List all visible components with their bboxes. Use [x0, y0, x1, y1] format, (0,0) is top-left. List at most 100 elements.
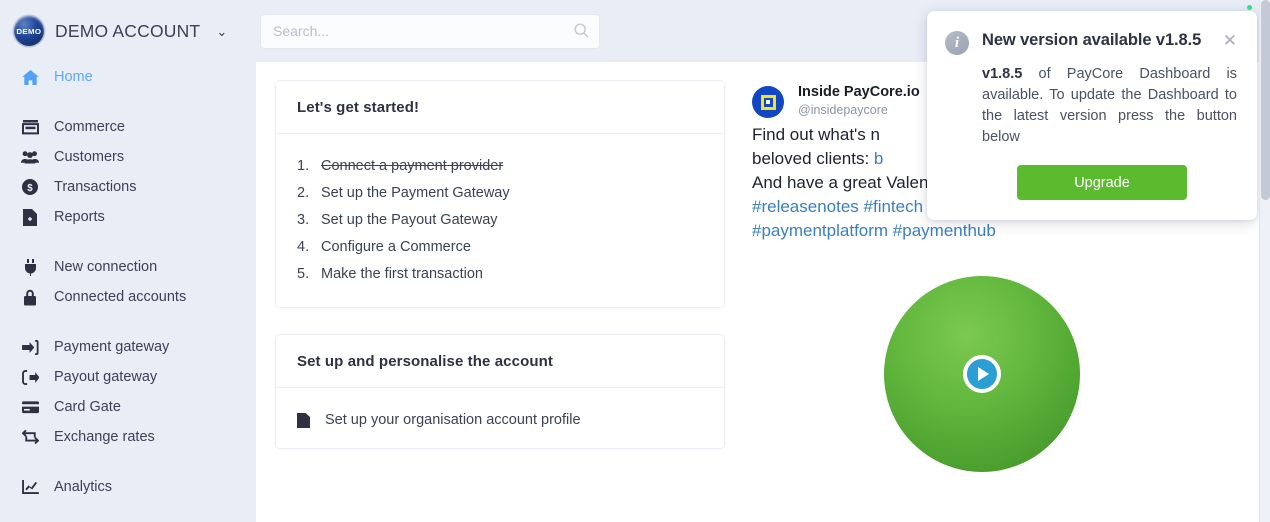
toast-version-number: v1.8.5 — [982, 66, 1023, 82]
svg-text:$: $ — [27, 183, 33, 194]
close-icon[interactable]: ✕ — [1223, 32, 1237, 49]
sidebar-item-customers[interactable]: Customers — [0, 142, 256, 172]
sidebar-item-label: Commerce — [54, 119, 125, 135]
list-item[interactable]: Make the first transaction — [297, 260, 703, 287]
sidebar-item-label: Home — [54, 69, 93, 85]
sidebar-item-analytics[interactable]: Analytics — [0, 472, 256, 502]
chart-line-icon — [20, 478, 40, 496]
card-spacer — [275, 308, 725, 334]
avatar-inner-square — [760, 94, 776, 110]
toast-title: New version available v1.8.5 — [982, 31, 1202, 49]
search-container — [260, 13, 600, 49]
exchange-icon — [20, 428, 40, 446]
feed-author-handle[interactable]: @insidepaycore — [798, 101, 920, 120]
home-icon — [20, 68, 40, 86]
feed-text-line-2-prefix: beloved clients: — [752, 148, 874, 168]
nav-group-gateways: Payment gateway Payout gateway Card Gate… — [0, 332, 256, 452]
avatar-center-dot — [766, 100, 770, 104]
get-started-body: Connect a payment provider Set up the Pa… — [276, 134, 724, 307]
account-name: DEMO ACCOUNT — [55, 20, 201, 41]
feed-author-block: Inside PayCore.io @insidepaycore — [798, 83, 920, 120]
credit-card-icon — [20, 398, 40, 416]
info-icon: i — [945, 31, 969, 55]
feed-hashtags-line-2[interactable]: #paymentplatform #paymenthub — [752, 219, 1172, 243]
video-thumbnail[interactable] — [884, 275, 1080, 472]
page-scrollbar[interactable] — [1259, 0, 1270, 522]
account-setup-card: Set up and personalise the account Set u… — [275, 334, 725, 449]
sidebar: DEMO DEMO ACCOUNT ⌄ Home Commerce Custom… — [0, 0, 256, 522]
nav-divider-1 — [0, 92, 256, 112]
app-root: DEMO DEMO ACCOUNT ⌄ Home Commerce Custom… — [0, 0, 1270, 522]
sidebar-item-label: Analytics — [54, 479, 113, 495]
sidebar-item-label: Card Gate — [54, 399, 121, 415]
users-icon — [20, 148, 40, 166]
get-started-title: Let's get started! — [276, 81, 724, 134]
list-item[interactable]: Connect a payment provider — [297, 152, 703, 179]
step-label: Configure a Commerce — [321, 238, 471, 255]
sidebar-item-label: Payout gateway — [54, 369, 158, 385]
step-label: Make the first transaction — [321, 265, 483, 282]
info-icon-glyph: i — [954, 34, 960, 51]
sidebar-item-label: Connected accounts — [54, 289, 187, 305]
account-setup-row-label: Set up your organisation account profile — [325, 412, 581, 428]
account-setup-title: Set up and personalise the account — [276, 335, 724, 388]
get-started-card: Let's get started! Connect a payment pro… — [275, 80, 725, 308]
account-logo: DEMO — [14, 16, 44, 46]
sidebar-item-transactions[interactable]: $ Transactions — [0, 172, 256, 202]
plug-icon — [20, 258, 40, 276]
feed-media[interactable] — [752, 269, 1212, 479]
feed-inline-link[interactable]: b — [874, 149, 883, 168]
page-scrollbar-thumb[interactable] — [1261, 0, 1270, 200]
dollar-circle-icon: $ — [20, 178, 40, 196]
account-switcher[interactable]: DEMO DEMO ACCOUNT ⌄ — [0, 0, 256, 62]
search-input[interactable] — [260, 13, 600, 49]
nav-group-primary: Home — [0, 62, 256, 92]
list-item[interactable]: Set up the Payment Gateway — [297, 179, 703, 206]
lock-icon — [20, 288, 40, 306]
version-notification-toast: i New version available v1.8.5 ✕ v1.8.5 … — [927, 11, 1257, 220]
play-icon[interactable] — [963, 354, 1001, 393]
paycore-avatar-icon — [752, 86, 784, 118]
nav-divider-4 — [0, 452, 256, 472]
sidebar-item-payout-gateway[interactable]: Payout gateway — [0, 362, 256, 392]
sidebar-item-exchange-rates[interactable]: Exchange rates — [0, 422, 256, 452]
chevron-down-icon[interactable]: ⌄ — [216, 25, 227, 38]
list-item[interactable]: Set up the Payout Gateway — [297, 206, 703, 233]
nav-group-business: Commerce Customers $ Transactions Report… — [0, 112, 256, 232]
sidebar-item-card-gate[interactable]: Card Gate — [0, 392, 256, 422]
step-label: Set up the Payout Gateway — [321, 211, 498, 228]
feed-author-name[interactable]: Inside PayCore.io — [798, 83, 920, 101]
nav-divider-3 — [0, 312, 256, 332]
sidebar-item-payment-gateway[interactable]: Payment gateway — [0, 332, 256, 362]
sign-out-icon — [20, 368, 40, 386]
account-setup-body: Set up your organisation account profile — [276, 388, 724, 448]
search-icon[interactable] — [574, 23, 589, 43]
report-file-icon — [20, 208, 40, 226]
toast-header: i New version available v1.8.5 ✕ — [945, 29, 1237, 55]
nav-group-analytics: Analytics — [0, 472, 256, 502]
sidebar-item-label: Reports — [54, 209, 105, 225]
left-column: Let's get started! Connect a payment pro… — [275, 80, 725, 522]
nav-group-connections: New connection Connected accounts — [0, 252, 256, 312]
status-indicator-dot — [1247, 5, 1252, 10]
step-label: Set up the Payment Gateway — [321, 184, 510, 201]
sidebar-item-home[interactable]: Home — [0, 62, 256, 92]
list-item[interactable]: Set up your organisation account profile — [297, 406, 703, 428]
profile-file-icon — [297, 412, 313, 428]
get-started-steps: Connect a payment provider Set up the Pa… — [297, 152, 703, 287]
sidebar-item-reports[interactable]: Reports — [0, 202, 256, 232]
sidebar-item-label: Payment gateway — [54, 339, 170, 355]
nav-divider-2 — [0, 232, 256, 252]
sign-in-icon — [20, 338, 40, 356]
store-icon — [20, 118, 40, 136]
account-logo-text: DEMO — [16, 26, 42, 36]
list-item[interactable]: Configure a Commerce — [297, 233, 703, 260]
sidebar-item-label: Customers — [54, 149, 125, 165]
sidebar-item-new-connection[interactable]: New connection — [0, 252, 256, 282]
play-triangle — [978, 366, 989, 381]
sidebar-item-commerce[interactable]: Commerce — [0, 112, 256, 142]
step-label: Connect a payment provider — [321, 157, 504, 174]
upgrade-button[interactable]: Upgrade — [1017, 165, 1187, 200]
sidebar-item-label: Exchange rates — [54, 429, 155, 445]
sidebar-item-connected-accounts[interactable]: Connected accounts — [0, 282, 256, 312]
